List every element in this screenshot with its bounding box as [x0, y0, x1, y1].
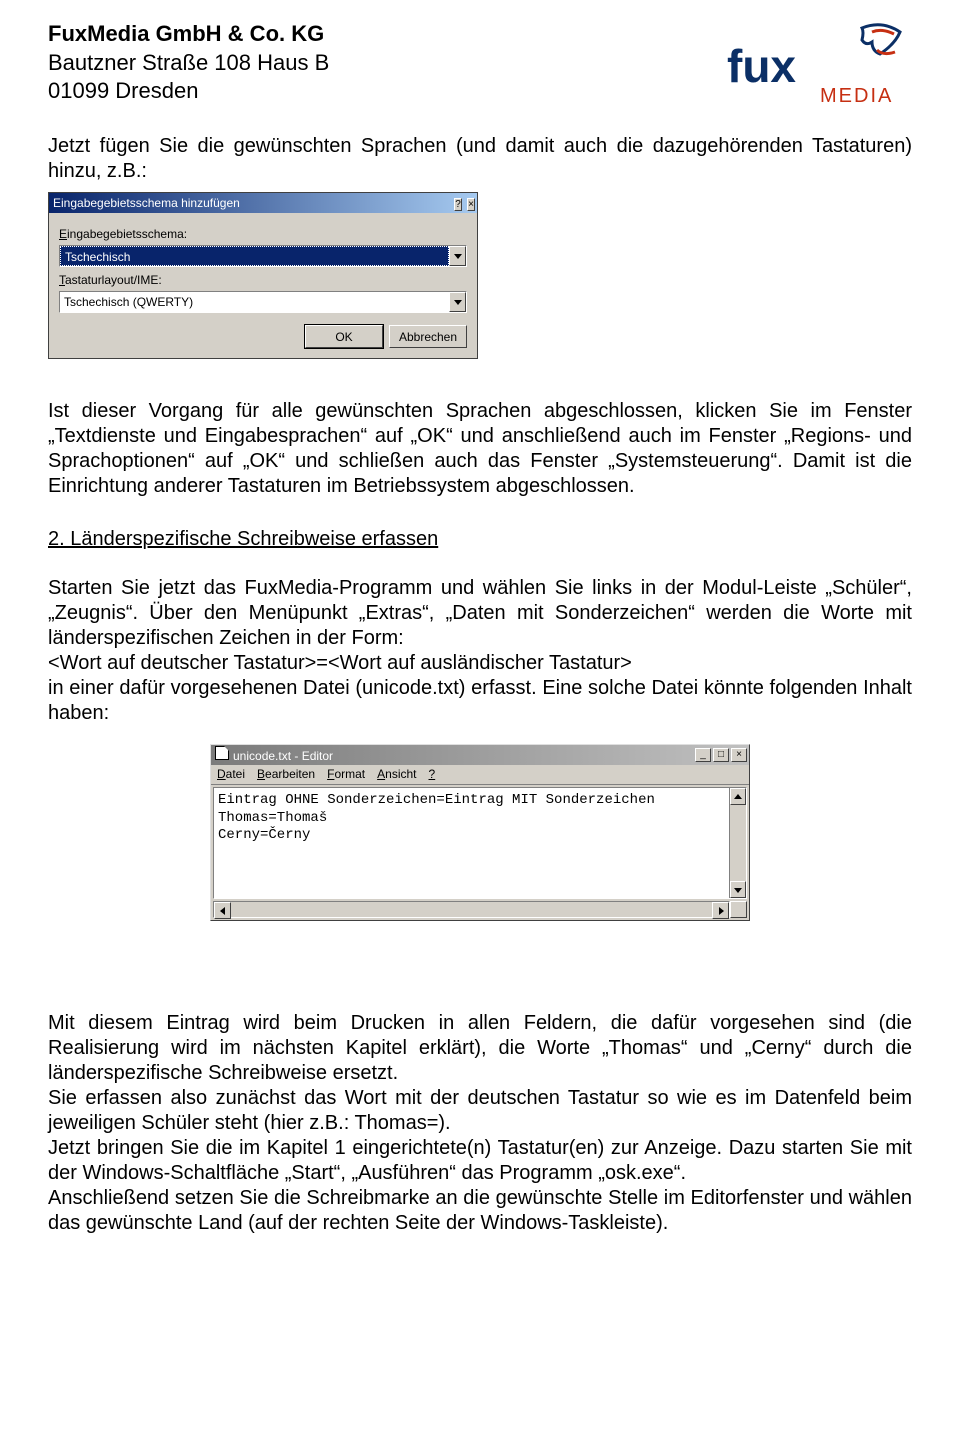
add-locale-dialog: Eingabegebietsschema hinzufügen ? × Eing… [48, 192, 478, 359]
close-icon[interactable]: × [731, 748, 747, 762]
vertical-scrollbar[interactable] [729, 788, 746, 898]
cancel-button[interactable]: Abbrechen [389, 325, 467, 348]
scroll-right-icon[interactable] [712, 902, 729, 919]
section-2-body: Starten Sie jetzt das FuxMedia-Programm … [48, 576, 912, 726]
chevron-down-icon[interactable] [449, 292, 466, 312]
notepad-textarea[interactable]: Eintrag OHNE Sonderzeichen=Eintrag MIT S… [214, 788, 729, 898]
locale-label: Eingabegebietsschema: [59, 227, 467, 242]
final-paragraph: Mit diesem Eintrag wird beim Drucken in … [48, 1011, 912, 1236]
ok-button[interactable]: OK [305, 325, 383, 348]
keyboard-combobox[interactable]: Tschechisch (QWERTY) [59, 291, 467, 313]
address-block: FuxMedia GmbH & Co. KG Bautzner Straße 1… [48, 20, 329, 106]
horizontal-scrollbar[interactable] [213, 901, 730, 918]
letterhead: FuxMedia GmbH & Co. KG Bautzner Straße 1… [48, 20, 912, 110]
notepad-window: unicode.txt - Editor _ □ × Datei Bearbei… [210, 744, 750, 921]
scroll-left-icon[interactable] [214, 902, 231, 919]
locale-combobox[interactable]: Tschechisch [59, 245, 467, 267]
scroll-down-icon[interactable] [730, 881, 746, 898]
maximize-icon[interactable]: □ [713, 748, 729, 762]
paragraph-after-dialog: Ist dieser Vorgang für alle gewünschten … [48, 399, 912, 499]
locale-selected: Tschechisch [60, 246, 449, 266]
dialog-titlebar: Eingabegebietsschema hinzufügen ? × [49, 193, 477, 213]
notepad-menubar[interactable]: Datei Bearbeiten Format Ansicht ? [211, 765, 749, 785]
section-2-title: 2. Länderspezifische Schreibweise erfass… [48, 527, 912, 552]
keyboard-selected: Tschechisch (QWERTY) [60, 292, 449, 312]
notepad-title: unicode.txt - Editor [233, 749, 333, 763]
menu-view[interactable]: Ansicht [377, 767, 416, 782]
menu-edit[interactable]: Bearbeiten [257, 767, 315, 782]
intro-paragraph: Jetzt fügen Sie die gewünschten Sprachen… [48, 134, 912, 184]
svg-text:fux: fux [727, 40, 796, 92]
scroll-up-icon[interactable] [730, 788, 746, 805]
city: 01099 Dresden [48, 77, 329, 106]
menu-format[interactable]: Format [327, 767, 365, 782]
chevron-down-icon[interactable] [449, 246, 466, 266]
svg-text:MEDIA: MEDIA [820, 85, 893, 107]
notepad-titlebar: unicode.txt - Editor _ □ × [211, 745, 749, 765]
menu-file[interactable]: Datei [217, 767, 245, 782]
minimize-icon[interactable]: _ [695, 748, 711, 762]
street: Bautzner Straße 108 Haus B [48, 49, 329, 78]
menu-help[interactable]: ? [429, 767, 436, 782]
document-icon [215, 746, 229, 760]
keyboard-label: Tastaturlayout/IME: [59, 273, 467, 288]
company-name: FuxMedia GmbH & Co. KG [48, 20, 329, 49]
dialog-title: Eingabegebietsschema hinzufügen [53, 196, 240, 211]
close-icon[interactable]: × [467, 198, 475, 211]
fuxmedia-logo: fux MEDIA [712, 20, 912, 110]
help-icon[interactable]: ? [454, 198, 462, 211]
resize-grip[interactable] [730, 901, 747, 918]
